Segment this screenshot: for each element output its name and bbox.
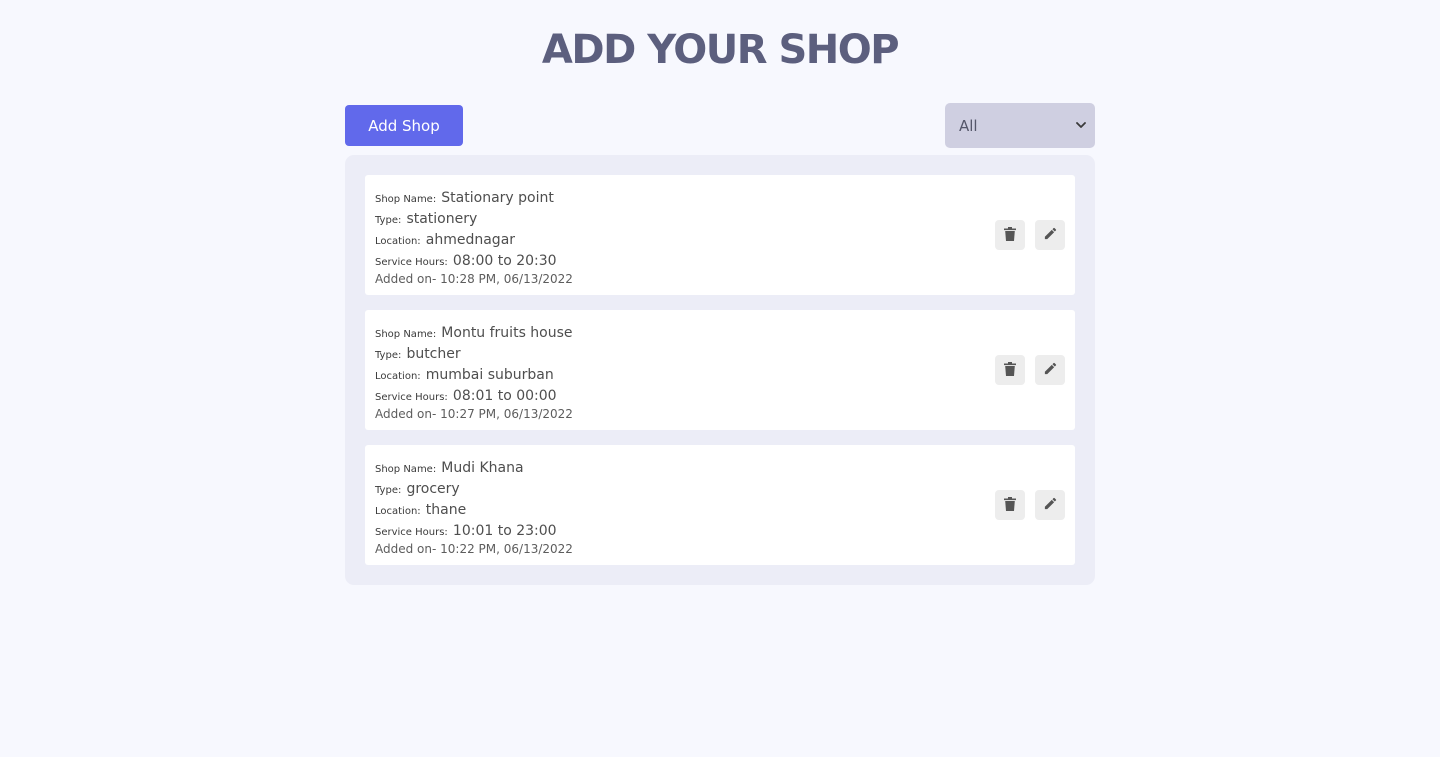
filter-selected-value: All (959, 116, 978, 135)
shop-name: Mudi Khana (441, 460, 524, 476)
edit-button[interactable] (1035, 490, 1065, 520)
shop-type-label: Type: (375, 215, 402, 226)
shop-hours: 10:01 to 23:00 (452, 523, 557, 539)
page-title: ADD YOUR SHOP (541, 27, 900, 73)
pencil-icon (1043, 226, 1058, 245)
shop-location-label: Location: (375, 236, 421, 247)
trash-icon (1004, 496, 1016, 515)
pencil-icon (1043, 361, 1058, 380)
added-on-label: Added on- (375, 542, 437, 556)
shop-hours: 08:00 to 20:30 (452, 253, 557, 269)
added-on-value: 10:22 PM, 06/13/2022 (440, 542, 573, 556)
shop-location: ahmednagar (425, 232, 516, 248)
shop-location: thane (425, 502, 467, 518)
trash-icon (1004, 226, 1016, 245)
shop-name-label: Shop Name: (375, 194, 437, 205)
trash-icon (1004, 361, 1016, 380)
shop-card: Shop Name: Stationary point Type: statio… (365, 175, 1075, 295)
shop-hours-label: Service Hours: (375, 527, 448, 538)
shop-type: butcher (406, 346, 461, 362)
pencil-icon (1043, 496, 1058, 515)
shop-name: Stationary point (441, 190, 554, 206)
type-filter-select[interactable]: All (945, 103, 1095, 148)
shop-name-label: Shop Name: (375, 464, 437, 475)
delete-button[interactable] (995, 355, 1025, 385)
added-on-value: 10:27 PM, 06/13/2022 (440, 407, 573, 421)
shop-info: Shop Name: Mudi Khana Type: grocery Loca… (375, 456, 573, 558)
shop-card: Shop Name: Mudi Khana Type: grocery Loca… (365, 445, 1075, 565)
added-on-label: Added on- (375, 272, 437, 286)
shop-type-label: Type: (375, 350, 402, 361)
shop-info: Shop Name: Stationary point Type: statio… (375, 186, 573, 288)
chevron-down-icon (1076, 121, 1086, 131)
delete-button[interactable] (995, 220, 1025, 250)
shop-list: Shop Name: Stationary point Type: statio… (345, 155, 1095, 585)
edit-button[interactable] (1035, 355, 1065, 385)
shop-info: Shop Name: Montu fruits house Type: butc… (375, 321, 573, 423)
add-shop-button[interactable]: Add Shop (345, 105, 463, 146)
shop-type-label: Type: (375, 485, 402, 496)
shop-type: stationery (406, 211, 478, 227)
shop-hours-label: Service Hours: (375, 392, 448, 403)
shop-location-label: Location: (375, 371, 421, 382)
shop-card: Shop Name: Montu fruits house Type: butc… (365, 310, 1075, 430)
shop-location: mumbai suburban (425, 367, 554, 383)
shop-type: grocery (406, 481, 460, 497)
shop-location-label: Location: (375, 506, 421, 517)
added-on-value: 10:28 PM, 06/13/2022 (440, 272, 573, 286)
shop-hours-label: Service Hours: (375, 257, 448, 268)
added-on-label: Added on- (375, 407, 437, 421)
edit-button[interactable] (1035, 220, 1065, 250)
shop-hours: 08:01 to 00:00 (452, 388, 557, 404)
delete-button[interactable] (995, 490, 1025, 520)
shop-name-label: Shop Name: (375, 329, 437, 340)
shop-name: Montu fruits house (441, 325, 573, 341)
